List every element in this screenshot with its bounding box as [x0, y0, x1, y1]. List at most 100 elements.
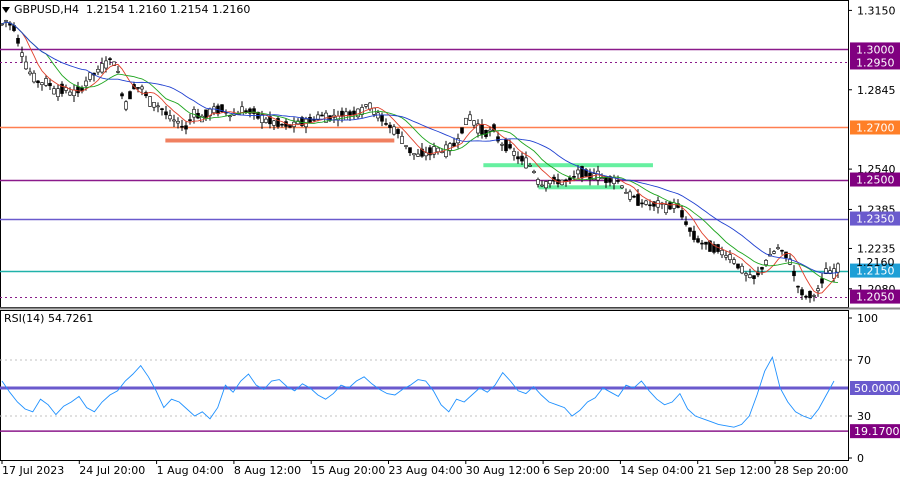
x-tick-label: 8 Aug 12:00 [234, 464, 301, 477]
zone-bar[interactable] [538, 185, 624, 190]
candle-body [116, 71, 120, 73]
candle-body [600, 177, 604, 180]
candle-body [188, 119, 192, 121]
x-tick-label: 28 Sep 20:00 [775, 464, 848, 477]
candle-body [120, 93, 124, 97]
candle-body [548, 180, 552, 185]
candle-body [164, 111, 168, 116]
candle-body [664, 204, 668, 214]
price-chart[interactable]: 1.31501.28451.25401.23851.22351.20801.30… [0, 0, 900, 480]
candle-body [544, 181, 548, 189]
candle-body [272, 120, 276, 126]
candle-body [780, 249, 784, 252]
candle-body [464, 117, 468, 125]
candle-body [736, 263, 740, 269]
candle-body [396, 129, 400, 134]
candle-body [472, 120, 476, 126]
candle-body [800, 289, 804, 296]
candle-body [680, 210, 684, 218]
candle-body [48, 83, 52, 87]
candle-body [380, 114, 384, 122]
candle-body [156, 105, 160, 108]
candle-body [784, 251, 788, 258]
x-tick-label: 21 Sep 12:00 [698, 464, 771, 477]
ma-mid-line [1, 21, 839, 284]
candle-body [348, 111, 352, 116]
candle-body [44, 78, 48, 86]
candle-body [452, 142, 456, 147]
candle-body [668, 202, 672, 210]
candle-body [240, 106, 244, 116]
candle-body [412, 153, 416, 156]
candle-body [404, 145, 408, 147]
x-tick-label: 24 Jul 20:00 [79, 464, 145, 477]
candle-body [628, 191, 632, 200]
candle-body [24, 61, 28, 70]
x-tick-label: 23 Aug 04:00 [389, 464, 463, 477]
candle-body [644, 200, 648, 205]
candle-body [408, 147, 412, 154]
candle-body [648, 204, 652, 207]
candle-body [124, 101, 128, 110]
candle-body [744, 273, 748, 276]
candle-body [368, 102, 372, 110]
candle-body [184, 125, 188, 130]
candle-body [360, 107, 364, 115]
candle-body [180, 125, 184, 128]
candle-body [684, 221, 688, 225]
candle-body [808, 290, 812, 299]
y-tick-label: 1.3150 [857, 4, 896, 17]
rsi-line [1, 355, 835, 428]
current-price-label: 1.2160 [856, 256, 895, 269]
candle-body [700, 242, 704, 245]
y-tick-label: 1.2845 [857, 84, 896, 97]
candle-body [192, 109, 196, 118]
candle-body [812, 295, 816, 297]
candle-body [520, 155, 524, 162]
candle-body [692, 230, 696, 240]
candle-body [532, 171, 536, 173]
candle-body [0, 23, 4, 26]
candle-body [616, 180, 620, 182]
candle-body [4, 20, 8, 22]
candle-body [84, 80, 88, 87]
candle-body [468, 114, 472, 121]
candle-body [696, 238, 700, 243]
rsi-y-tick-label: 70 [857, 354, 871, 367]
x-tick-label: 1 Aug 04:00 [157, 464, 224, 477]
candle-body [460, 127, 464, 134]
candle-body [776, 247, 780, 250]
candle-body [772, 251, 776, 254]
candle-body [720, 249, 724, 256]
rsi-panel-frame [0, 310, 849, 461]
candle-body [540, 184, 544, 187]
zone-bar[interactable] [165, 138, 395, 143]
zone-bar[interactable] [483, 163, 653, 168]
candle-body [100, 63, 104, 73]
candle-body [32, 72, 36, 83]
candle-body [528, 164, 532, 167]
candle-body [136, 87, 140, 89]
candle-body [732, 259, 736, 264]
x-tick-label: 30 Aug 12:00 [466, 464, 540, 477]
candle-body [688, 227, 692, 232]
candle-body [836, 263, 840, 273]
candle-body [444, 144, 448, 158]
candle-body [496, 136, 500, 142]
rsi-y-tick-label: 100 [857, 312, 878, 325]
rsi-label: RSI(14) 54.7261 [4, 312, 94, 325]
candle-body [724, 255, 728, 258]
candle-body [168, 115, 172, 120]
panel-separator [0, 307, 900, 310]
x-tick-label: 14 Sep 04:00 [620, 464, 693, 477]
candle-body [416, 153, 420, 157]
candle-body [704, 241, 708, 245]
candle-body [28, 71, 32, 75]
candle-body [764, 260, 768, 266]
candle-body [640, 202, 644, 205]
candle-body [740, 265, 744, 274]
dropdown-triangle-icon[interactable] [2, 7, 10, 13]
rsi-y-tick-label: 30 [857, 410, 871, 423]
candle-body [576, 169, 580, 175]
candle-body [364, 104, 368, 107]
